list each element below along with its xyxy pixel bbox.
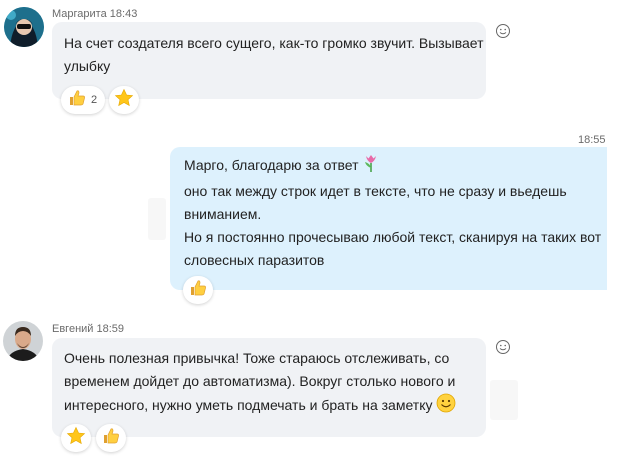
reaction-count: 2	[91, 94, 98, 106]
thumbs-up-icon	[188, 278, 208, 303]
avatar-evgeniy[interactable]	[3, 321, 43, 361]
message-line: оно так между строк идет в тексте, что н…	[184, 183, 567, 199]
avatar-evgeniy-image	[3, 321, 43, 361]
faint-shadow	[148, 198, 166, 240]
message-time: 18:59	[96, 323, 125, 335]
message-header-margarita: Маргарита 18:43	[52, 8, 137, 20]
add-reaction-icon[interactable]	[495, 23, 513, 41]
message-bubble[interactable]: Очень полезная привычка! Тоже стараюсь о…	[52, 338, 486, 437]
message-time: 18:43	[109, 8, 138, 20]
message-line: улыбку	[64, 58, 111, 74]
author-name[interactable]: Евгений	[52, 323, 93, 335]
reaction-chip-thumbs-up[interactable]: 2	[61, 86, 105, 114]
message-line: Но я постоянно прочесываю любой текст, с…	[184, 229, 602, 245]
message-line: интересного, нужно уметь подмечать и бра…	[64, 393, 474, 420]
message-time-outgoing: 18:55	[578, 134, 606, 146]
message-bubble-outgoing[interactable]: Марго, благодарю за ответ оно так между …	[170, 147, 607, 290]
message-line: словесных паразитов	[184, 252, 325, 268]
reaction-chip-thumbs-up[interactable]	[183, 276, 213, 304]
tulip-icon	[362, 153, 380, 180]
reaction-chip-star[interactable]	[61, 424, 91, 452]
add-reaction-icon[interactable]	[495, 339, 513, 357]
message-line: Марго, благодарю за ответ	[184, 153, 595, 180]
message-line: На счет создателя всего сущего, как-то г…	[64, 35, 484, 51]
thumbs-up-icon	[67, 88, 87, 113]
reaction-chip-thumbs-up[interactable]	[96, 424, 126, 452]
thumbs-up-icon	[101, 426, 121, 451]
star-icon	[66, 426, 86, 451]
avatar-margarita[interactable]	[4, 7, 44, 47]
message-line: вниманием.	[184, 206, 262, 222]
reaction-chip-star[interactable]	[109, 86, 139, 114]
avatar-margarita-image	[4, 7, 44, 47]
faint-shadow	[490, 380, 518, 420]
star-icon	[114, 88, 134, 113]
author-name[interactable]: Маргарита	[52, 8, 107, 20]
message-line: временем дойдет до автоматизма). Вокруг …	[64, 373, 456, 389]
message-line: Очень полезная привычка! Тоже стараюсь о…	[64, 350, 450, 366]
message-header-evgeniy: Евгений 18:59	[52, 323, 124, 335]
smile-emoji-icon	[436, 393, 456, 420]
